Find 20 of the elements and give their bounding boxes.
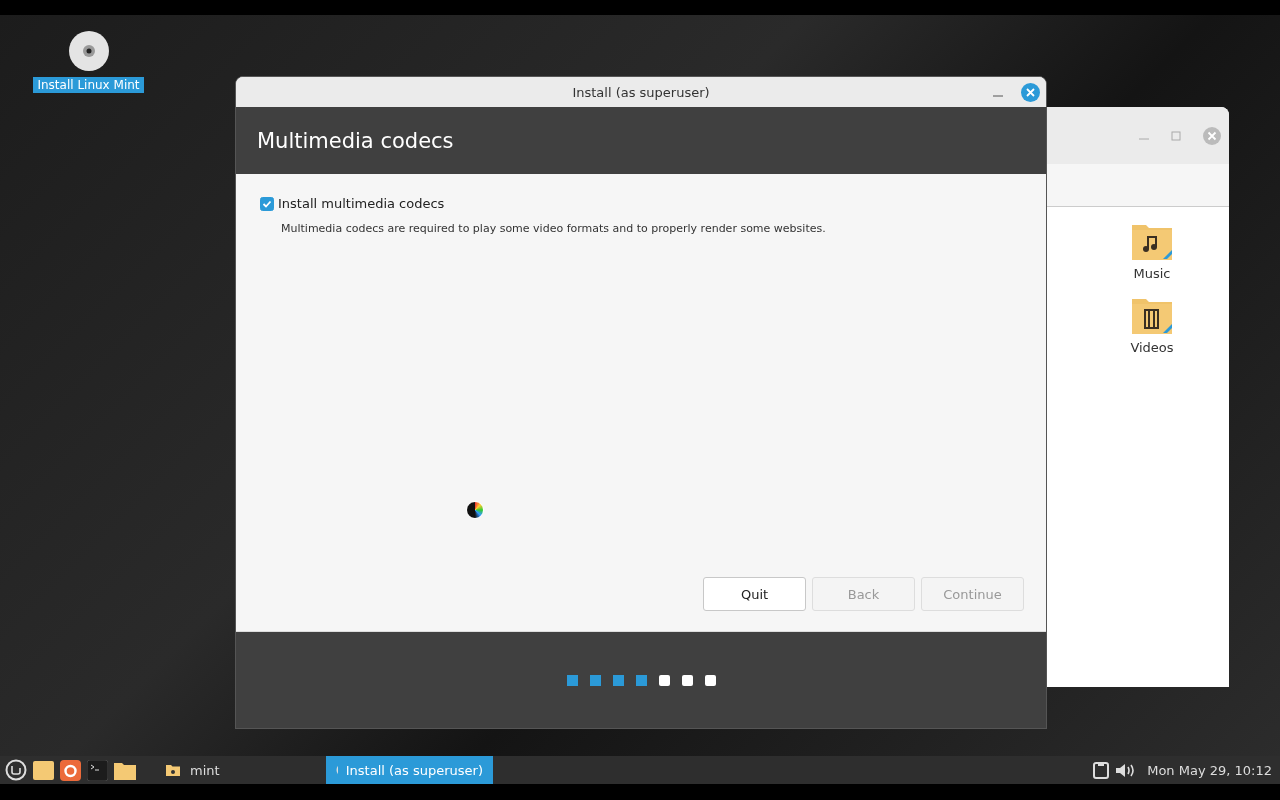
folder-label[interactable]: Music (1133, 266, 1171, 281)
quit-button[interactable]: Quit (703, 577, 806, 611)
folder-icon (166, 764, 180, 776)
description-text: Multimedia codecs are required to play some video formats and to properly render some websites. (281, 222, 827, 235)
window-title: Install (as superuser) (572, 84, 710, 100)
browser-icon[interactable] (60, 759, 81, 781)
checkbox[interactable] (260, 196, 274, 211)
folder-icon[interactable] (33, 760, 54, 780)
network-icon[interactable] (1093, 761, 1110, 779)
taskbar-window-button[interactable]: mint (156, 756, 320, 784)
busy-cursor-icon (466, 501, 484, 519)
clock[interactable]: Mon May 29, 10:12 (1147, 762, 1272, 778)
folder-icon[interactable] (114, 760, 136, 780)
terminal-icon[interactable] (87, 759, 108, 781)
menu-icon[interactable] (5, 759, 27, 781)
checkbox-label[interactable]: Install multimedia codecs (278, 196, 445, 211)
close-icon[interactable] (1021, 83, 1040, 102)
folder-label[interactable]: Videos (1130, 340, 1174, 355)
page-heading: Multimedia codecs (257, 128, 454, 153)
volume-icon[interactable] (1115, 761, 1136, 779)
